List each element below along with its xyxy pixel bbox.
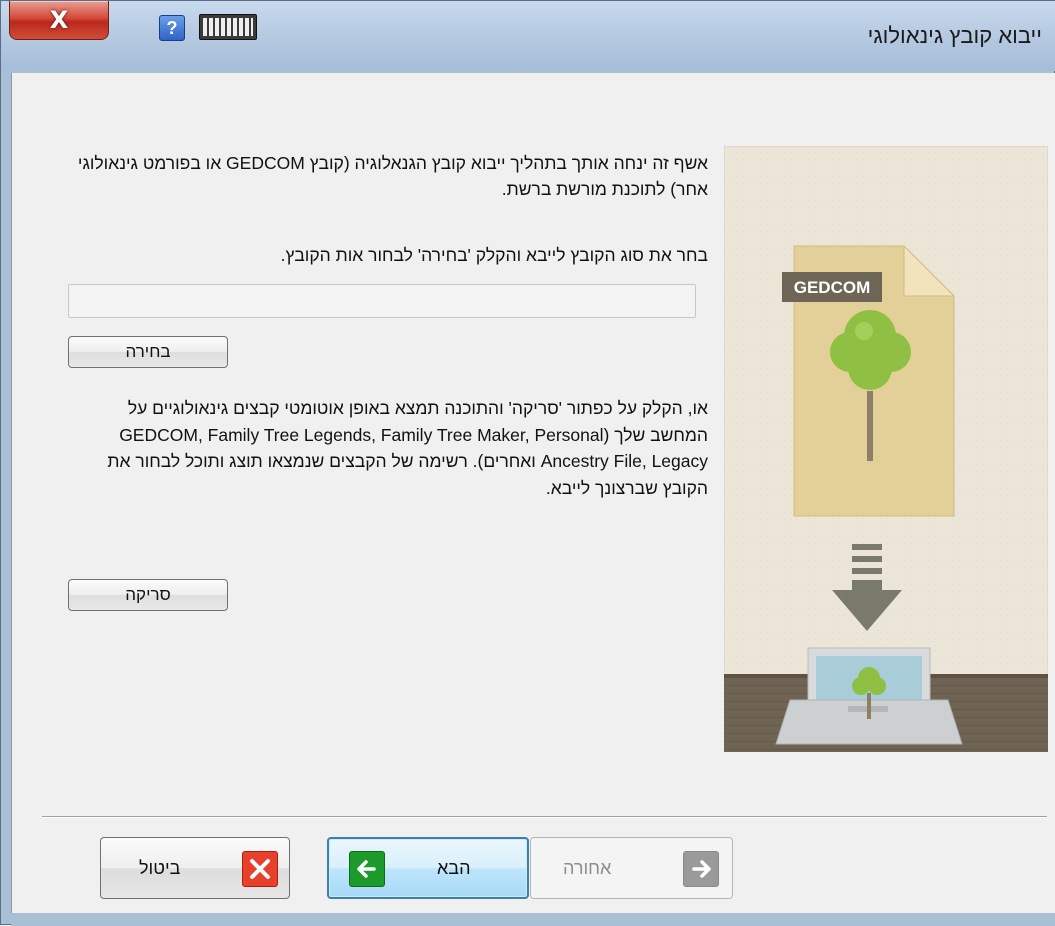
next-button-label: הבא <box>437 857 471 878</box>
next-button[interactable]: הבא <box>327 837 529 899</box>
title-bar[interactable]: X ? ייבוא קובץ גינאולוגי <box>1 1 1055 71</box>
scan-description: או, הקלק על כפתור 'סריקה' והתוכנה תמצא ב… <box>107 398 708 498</box>
close-button[interactable]: X <box>9 1 109 40</box>
import-illustration: GEDCOM <box>724 146 1048 752</box>
close-icon: X <box>49 6 69 34</box>
choose-button[interactable]: בחירה <box>68 336 228 368</box>
window-title: ייבוא קובץ גינאולוגי <box>867 23 1042 48</box>
cancel-button-label: ביטול <box>139 857 181 878</box>
client-area: אשף זה ינחה אותך בתהליך ייבוא קובץ הגנאל… <box>11 73 1055 913</box>
scan-button[interactable]: סריקה <box>68 579 228 611</box>
footer-divider <box>42 816 1047 818</box>
help-icon: ? <box>166 17 178 38</box>
keyboard-icon <box>203 18 253 36</box>
back-button[interactable]: אחורה <box>530 837 733 899</box>
choose-file-prompt: בחר את סוג הקובץ לייבא והקלק 'בחירה' לבח… <box>280 245 708 265</box>
keyboard-button[interactable] <box>199 14 257 40</box>
back-button-label: אחורה <box>563 857 612 878</box>
arrow-left-icon <box>349 851 385 887</box>
gedcom-file-graphic: GEDCOM <box>782 244 956 517</box>
cancel-x-icon <box>242 851 278 887</box>
help-button[interactable]: ? <box>159 15 185 41</box>
choose-button-label: בחירה <box>125 342 171 361</box>
cancel-button[interactable]: ביטול <box>100 837 290 899</box>
gedcom-badge-text: GEDCOM <box>794 278 871 297</box>
intro-text: אשף זה ינחה אותך בתהליך ייבוא קובץ הגנאל… <box>77 153 708 199</box>
arrow-right-icon <box>683 851 719 887</box>
window-bottom-frame <box>11 913 1055 926</box>
scan-button-label: סריקה <box>125 585 171 604</box>
content-panel: אשף זה ינחה אותך בתהליך ייבוא קובץ הגנאל… <box>12 73 1055 808</box>
file-path-field[interactable] <box>68 284 696 318</box>
wizard-window: X ? ייבוא קובץ גינאולוגי אשף זה ינחה אות… <box>0 0 1055 926</box>
